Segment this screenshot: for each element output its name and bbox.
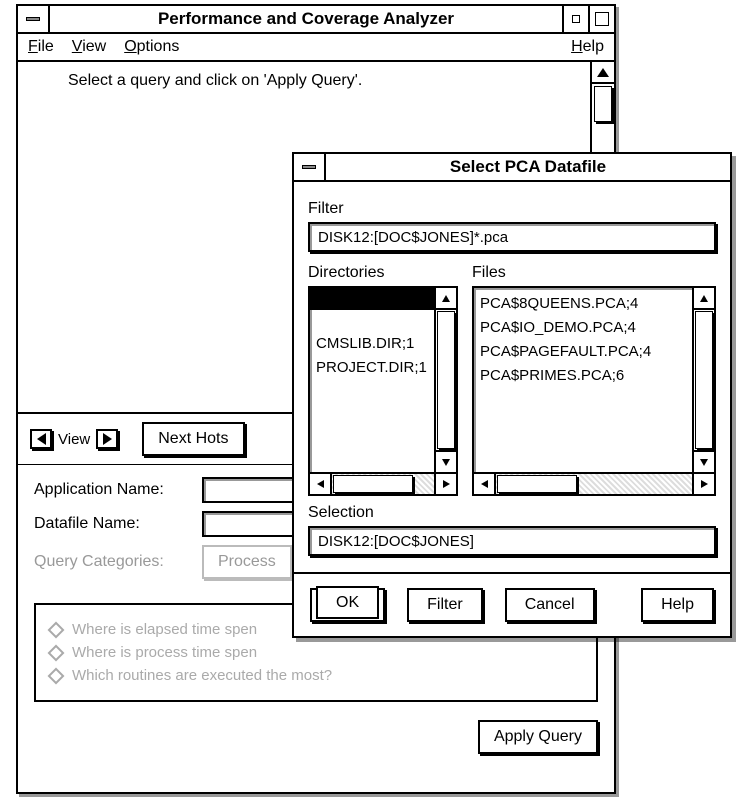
- list-item[interactable]: PCA$PRIMES.PCA;6: [480, 364, 686, 388]
- help-button[interactable]: Help: [641, 588, 714, 622]
- view-label: View: [58, 431, 90, 448]
- scroll-down-icon[interactable]: [694, 452, 714, 472]
- radio-icon: [48, 644, 65, 661]
- query-categories-label: Query Categories:: [34, 553, 194, 571]
- scroll-left-icon[interactable]: [474, 474, 494, 494]
- scroll-left-icon[interactable]: [310, 474, 330, 494]
- view-prev-button[interactable]: [30, 429, 52, 449]
- query-categories-dropdown[interactable]: Process: [202, 545, 292, 579]
- radio-icon: [48, 667, 65, 684]
- files-vscrollbar[interactable]: [694, 286, 716, 474]
- query-option[interactable]: Where is process time spen: [50, 644, 582, 661]
- list-item[interactable]: PROJECT.DIR;1: [316, 356, 428, 380]
- window-menu-button[interactable]: [18, 6, 50, 32]
- directories-listbox[interactable]: CMSLIB.DIR;1 PROJECT.DIR;1: [308, 286, 436, 474]
- next-hotspot-button[interactable]: Next Hots: [142, 422, 244, 456]
- menu-help[interactable]: Help: [571, 38, 604, 56]
- prompt-text: Select a query and click on 'Apply Query…: [18, 62, 614, 90]
- scroll-right-icon[interactable]: [694, 474, 714, 494]
- select-datafile-dialog: Select PCA Datafile Filter Directories C…: [292, 152, 732, 638]
- files-listbox[interactable]: PCA$8QUEENS.PCA;4 PCA$IO_DEMO.PCA;4 PCA$…: [472, 286, 694, 474]
- titlebar: Performance and Coverage Analyzer: [18, 6, 614, 34]
- query-option-label: Where is elapsed time spen: [72, 621, 257, 638]
- list-item[interactable]: PCA$PAGEFAULT.PCA;4: [480, 340, 686, 364]
- application-name-label: Application Name:: [34, 481, 194, 499]
- default-button-frame: OK: [310, 588, 385, 622]
- list-item[interactable]: PCA$8QUEENS.PCA;4: [480, 292, 686, 316]
- view-next-button[interactable]: [96, 429, 118, 449]
- directories-label: Directories: [308, 264, 458, 282]
- window-title: Performance and Coverage Analyzer: [50, 9, 562, 29]
- minimize-button[interactable]: [562, 6, 588, 32]
- maximize-button[interactable]: [588, 6, 614, 32]
- query-option[interactable]: Which routines are executed the most?: [50, 667, 582, 684]
- apply-query-button[interactable]: Apply Query: [478, 720, 598, 754]
- list-item[interactable]: [310, 288, 434, 310]
- dialog-titlebar: Select PCA Datafile: [294, 154, 730, 182]
- query-option-label: Which routines are executed the most?: [72, 667, 332, 684]
- menu-options[interactable]: Options: [124, 38, 179, 56]
- selection-input[interactable]: [308, 526, 716, 556]
- directories-vscrollbar[interactable]: [436, 286, 458, 474]
- filter-label: Filter: [308, 200, 716, 218]
- scroll-up-icon[interactable]: [592, 62, 614, 84]
- cancel-button[interactable]: Cancel: [505, 588, 595, 622]
- dialog-title: Select PCA Datafile: [326, 157, 730, 177]
- query-option-label: Where is process time spen: [72, 644, 257, 661]
- ok-button[interactable]: OK: [316, 586, 379, 619]
- files-hscrollbar[interactable]: [472, 474, 716, 496]
- list-item[interactable]: PCA$IO_DEMO.PCA;4: [480, 316, 686, 340]
- filter-button[interactable]: Filter: [407, 588, 483, 622]
- files-label: Files: [472, 264, 716, 282]
- selection-label: Selection: [308, 504, 716, 522]
- scroll-up-icon[interactable]: [436, 288, 456, 308]
- scroll-down-icon[interactable]: [436, 452, 456, 472]
- radio-icon: [48, 621, 65, 638]
- list-item[interactable]: CMSLIB.DIR;1: [316, 332, 428, 356]
- dialog-menu-button[interactable]: [294, 154, 326, 180]
- scroll-right-icon[interactable]: [436, 474, 456, 494]
- scroll-thumb[interactable]: [594, 86, 612, 122]
- menu-view[interactable]: View: [72, 38, 106, 56]
- filter-input[interactable]: [308, 222, 716, 252]
- datafile-name-label: Datafile Name:: [34, 515, 194, 533]
- menu-file[interactable]: File: [28, 38, 54, 56]
- menubar: File View Options Help: [18, 34, 614, 62]
- directories-hscrollbar[interactable]: [308, 474, 458, 496]
- scroll-up-icon[interactable]: [694, 288, 714, 308]
